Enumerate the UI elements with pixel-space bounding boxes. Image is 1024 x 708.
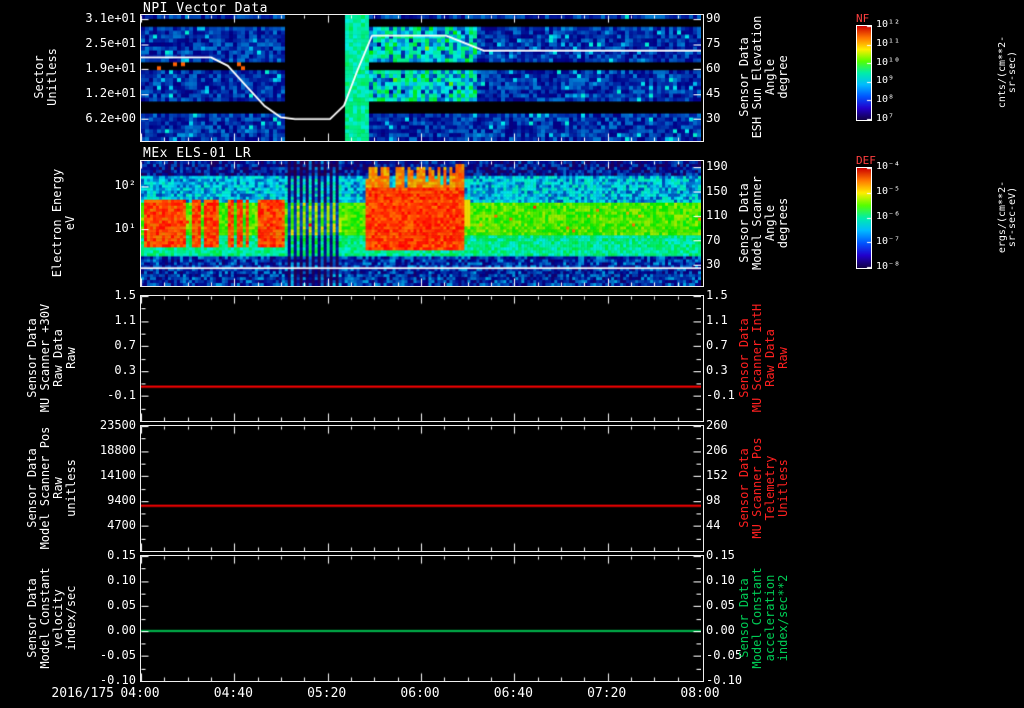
els-right-axis-label: Sensor Data Model Scanner Angle degrees (737, 175, 790, 270)
colorbar-tick-label: 10⁹ (876, 75, 895, 87)
npi-left-axis-label: Sector Unitless (32, 48, 59, 106)
x-axis-date-label: 2016/175 (51, 686, 114, 701)
y-tick-label: 190 (706, 159, 728, 173)
nf-colorbar-gradient (856, 25, 872, 121)
y-tick-label: 0.15 (107, 548, 136, 562)
def-colorbar: DEF 10⁻⁴ 10⁻⁵ 10⁻⁶ 10⁻⁷ 10⁻⁸ (856, 154, 920, 272)
x-tick-label: 06:00 (400, 686, 440, 701)
y-tick-label: 0.15 (706, 548, 735, 562)
model-constant-left-tick-labels: 0.15 0.10 0.05 0.00 -0.05 -0.10 (58, 549, 136, 686)
def-colorbar-units-label: ergs/(cm**2-sr-sec-eV) (997, 180, 1018, 254)
y-tick-label: 9400 (107, 493, 136, 507)
y-tick-label: 0.10 (107, 573, 136, 587)
y-tick-label: 2.5e+01 (85, 35, 136, 50)
y-tick-label: 1.1 (114, 313, 136, 327)
panel-mu-scanner-30v: Sensor Data MU Scanner +30V Raw Data Raw… (0, 289, 1024, 422)
y-tick-label: 23500 (99, 418, 136, 432)
x-tick-label: 04:00 (120, 686, 160, 701)
model-constant-plot-area (140, 555, 704, 682)
colorbar-tick-label: 10⁻⁵ (876, 186, 901, 197)
colorbar-tick-label: 10⁷ (876, 113, 895, 124)
y-tick-label: 14100 (99, 468, 136, 482)
npi-right-axis-label: Sensor Data ESH Sun Elevation Angle degr… (737, 15, 790, 139)
scanner-pos-line-canvas (141, 426, 701, 551)
panel-model-scanner-pos: Sensor Data Model Scanner Pos Raw unitle… (0, 419, 1024, 552)
model-constant-right-axis-label: Sensor Data Model Constant acceleration … (737, 566, 790, 669)
y-tick-label: -0.1 (107, 388, 136, 402)
def-colorbar-gradient (856, 167, 872, 269)
els-panel-title: MEx ELS-01 LR (143, 146, 252, 161)
els-plot-area (140, 160, 704, 287)
y-tick-label: 0.3 (114, 363, 136, 377)
scanner-pos-right-axis-label: Sensor Data MU Scanner Pos Telemetry Uni… (737, 436, 790, 539)
colorbar-tick-label: 10¹⁰ (876, 56, 901, 68)
npi-plot-area (140, 14, 704, 142)
mu30v-right-axis-label: Sensor Data MU Scanner IntH Raw Data Raw (737, 303, 790, 412)
nf-colorbar: NF 10¹² 10¹¹ 10¹⁰ 10⁹ 10⁸ 10⁷ (856, 12, 920, 124)
y-tick-label: 0.7 (114, 338, 136, 352)
npi-left-tick-labels: 3.1e+01 2.5e+01 1.9e+01 1.2e+01 6.2e+00 (58, 11, 136, 140)
colorbar-tick-label: 10¹² (876, 19, 901, 30)
npi-spectrogram-canvas (141, 15, 701, 141)
colorbar-tick-label: 10¹¹ (876, 37, 901, 49)
els-spectrogram-canvas (141, 161, 701, 286)
y-tick-label: 1.9e+01 (85, 61, 136, 76)
colorbar-tick-label: 10⁻⁶ (876, 211, 901, 222)
multi-panel-plot-figure: NPI Vector Data MEx ELS-01 LR Sector Uni… (0, 0, 1024, 708)
x-tick-label: 08:00 (680, 686, 720, 701)
y-tick-label: 0.00 (107, 623, 136, 637)
nf-colorbar-units-label: cnts/(cm**2-sr-sec) (997, 35, 1018, 109)
y-tick-label: 1.5 (114, 288, 136, 302)
y-tick-label: 1.2e+01 (85, 86, 136, 100)
y-tick-label: 3.1e+01 (85, 11, 136, 26)
y-tick-label: 10² (114, 178, 136, 192)
y-tick-label: -0.10 (706, 673, 743, 687)
scanner-pos-left-tick-labels: 23500 18800 14100 9400 4700 (58, 419, 136, 550)
y-tick-label: -0.05 (99, 648, 136, 662)
colorbar-tick-label: 10⁻⁸ (876, 261, 901, 272)
y-tick-label: 4700 (107, 518, 136, 532)
y-tick-label: 0.05 (107, 598, 136, 612)
mu30v-line-canvas (141, 296, 701, 421)
colorbar-tick-label: 10⁸ (876, 94, 895, 106)
mu30v-left-tick-labels: 1.5 1.1 0.7 0.3 -0.1 (58, 289, 136, 420)
x-tick-label: 04:40 (213, 686, 253, 701)
colorbar-tick-label: 10⁻⁷ (876, 236, 901, 247)
y-tick-label: 1.5 (706, 288, 728, 302)
mu30v-plot-area (140, 295, 704, 422)
y-tick-label: 10¹ (114, 221, 136, 235)
model-constant-line-canvas (141, 556, 701, 681)
scanner-pos-plot-area (140, 425, 704, 552)
nf-colorbar-tick-labels: 10¹² 10¹¹ 10¹⁰ 10⁹ 10⁸ 10⁷ (876, 20, 920, 124)
x-tick-label: 07:20 (587, 686, 627, 701)
colorbar-tick-label: 10⁻⁴ (876, 161, 901, 172)
y-tick-label: 18800 (99, 443, 136, 457)
panel-model-constant: Sensor Data Model Constant velocity inde… (0, 549, 1024, 686)
x-tick-label: 05:20 (307, 686, 347, 701)
y-tick-label: 6.2e+00 (85, 110, 136, 125)
els-left-tick-labels: 10² 10¹ (58, 160, 136, 285)
x-tick-label: 06:40 (493, 686, 533, 701)
y-tick-label: 260 (706, 418, 728, 432)
y-tick-label: -0.10 (99, 673, 136, 687)
def-colorbar-tick-labels: 10⁻⁴ 10⁻⁵ 10⁻⁶ 10⁻⁷ 10⁻⁸ (876, 162, 920, 272)
